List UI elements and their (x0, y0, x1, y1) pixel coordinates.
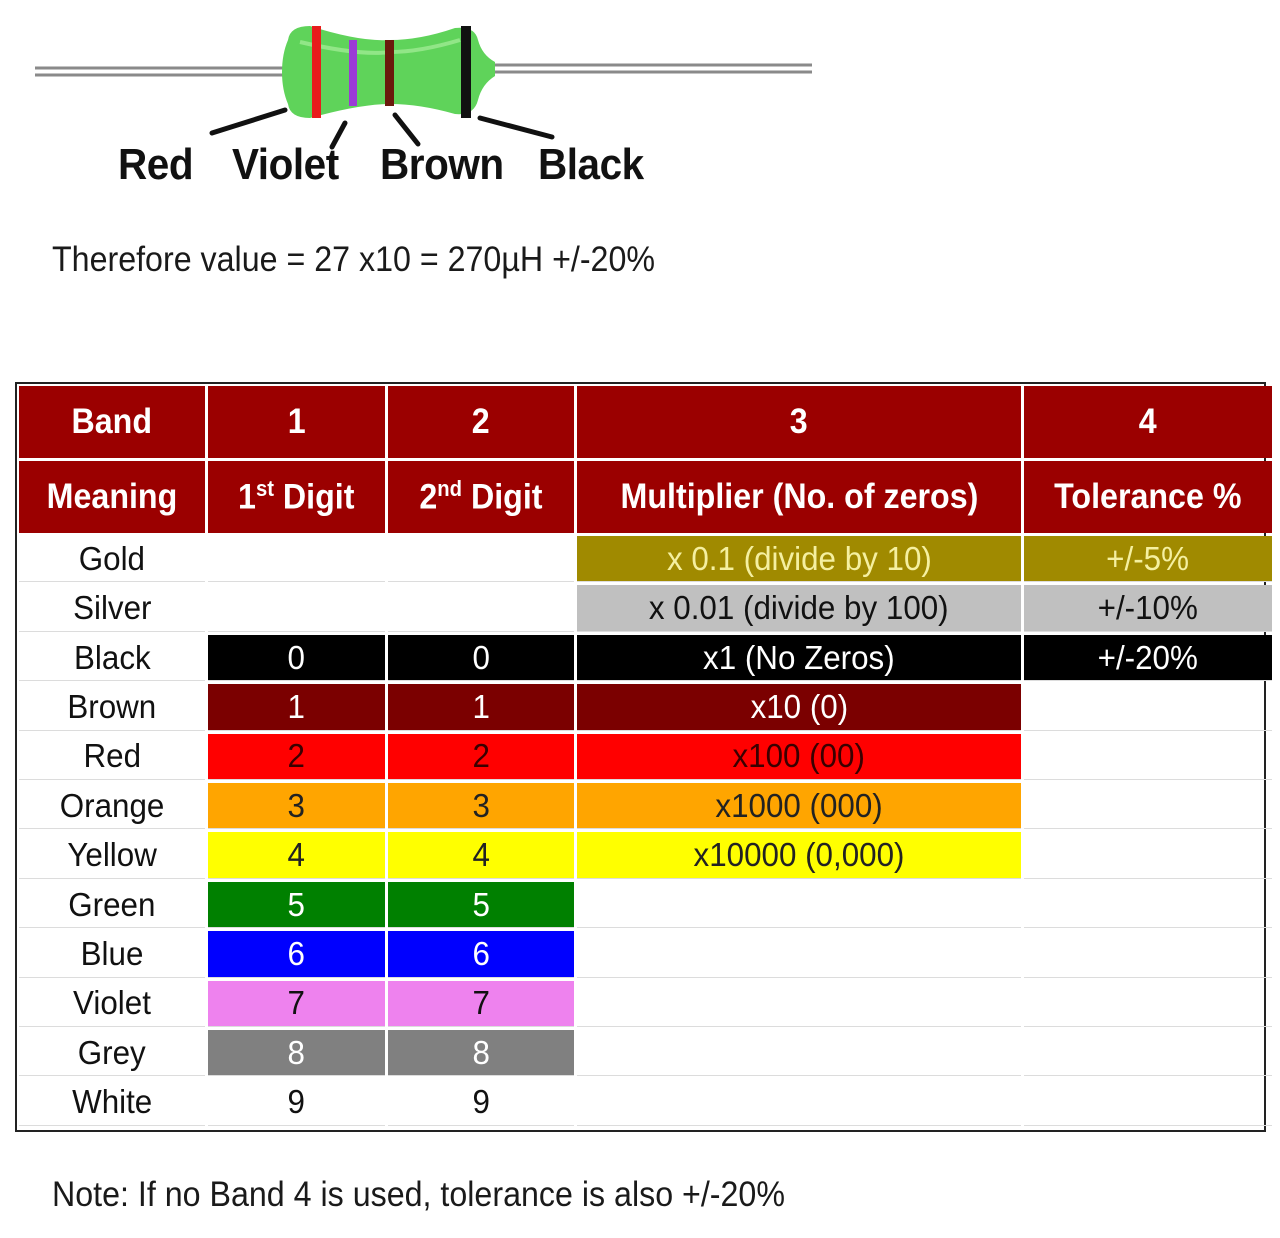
color-name-cell: Black (19, 635, 205, 682)
tolerance-cell (1024, 981, 1272, 1028)
color-name-cell: White (19, 1079, 205, 1126)
second-digit-cell (388, 536, 574, 583)
multiplier-cell (577, 981, 1021, 1028)
multiplier-cell (577, 931, 1021, 978)
band-label-1: Red (118, 140, 194, 189)
header-band-3: 3 (577, 386, 1021, 458)
value-formula: Therefore value = 27 x10 = 270µH +/-20% (52, 240, 656, 279)
tolerance-cell: +/-20% (1024, 634, 1272, 682)
header-meaning: Meaning (19, 461, 205, 533)
header-band-4: 4 (1024, 386, 1272, 458)
header-row-meaning: Meaning 1st Digit 2nd Digit Multiplier (… (19, 461, 1272, 533)
multiplier-cell (577, 1079, 1021, 1126)
header-2nd-digit: 2nd Digit (388, 461, 574, 533)
table-row-gold: Gold x 0.1 (divide by 10) +/-5% (19, 536, 1272, 583)
band-label-2: Violet (232, 140, 339, 189)
table-row-orange: Orange 3 3 x1000 (000) (19, 783, 1272, 830)
header-band-2: 2 (388, 386, 574, 458)
band-stripe-black (461, 26, 471, 118)
tolerance-cell (1024, 783, 1272, 830)
color-name-cell: Yellow (19, 832, 205, 879)
second-digit-cell: 8 (388, 1030, 574, 1077)
color-code-table: Band 1 2 3 4 Meaning 1st Digit 2nd Digit… (15, 382, 1272, 1132)
multiplier-cell (577, 1030, 1021, 1077)
second-digit-cell: 1 (388, 684, 574, 731)
header-band-1: 1 (208, 386, 385, 458)
first-digit-cell: 5 (208, 881, 385, 929)
tolerance-cell (1024, 734, 1272, 781)
multiplier-cell: x 0.1 (divide by 10) (577, 536, 1021, 583)
multiplier-cell: x10 (0) (577, 684, 1021, 731)
band-label-4: Black (538, 140, 644, 189)
color-name-cell: Brown (19, 684, 205, 731)
first-digit-cell: 7 (208, 980, 385, 1028)
color-name-cell: Green (19, 882, 205, 929)
second-digit-cell: 7 (388, 980, 574, 1028)
header-multiplier: Multiplier (No. of zeros) (577, 461, 1021, 533)
color-name-cell: Orange (19, 783, 205, 830)
header-tolerance: Tolerance % (1024, 461, 1272, 533)
band-stripe-brown (385, 40, 394, 106)
multiplier-cell: x100 (00) (577, 733, 1021, 781)
header-1st-digit: 1st Digit (208, 461, 385, 533)
header-row-band: Band 1 2 3 4 (19, 386, 1272, 458)
tolerance-cell: +/-10% (1024, 585, 1272, 632)
first-digit-cell: 2 (208, 733, 385, 781)
tolerance-cell (1024, 684, 1272, 731)
tolerance-cell (1024, 1030, 1272, 1077)
color-name-cell: Red (19, 734, 205, 781)
multiplier-cell: x 0.01 (divide by 100) (577, 585, 1021, 632)
table-row-yellow: Yellow 4 4 x10000 (0,000) (19, 832, 1272, 879)
multiplier-cell: x1000 (000) (577, 783, 1021, 830)
tolerance-cell: +/-5% (1024, 536, 1272, 583)
color-name-cell: Gold (19, 536, 205, 583)
band-stripe-red (312, 26, 321, 118)
table-row-black: Black 0 0 x1 (No Zeros) +/-20% (19, 634, 1272, 682)
tolerance-cell (1024, 931, 1272, 978)
inductor-illustration: Red Violet Brown Black (0, 0, 830, 200)
table-row-white: White 9 9 (19, 1079, 1272, 1126)
table-row-red: Red 2 2 x100 (00) (19, 733, 1272, 781)
first-digit-cell: 1 (208, 684, 385, 731)
multiplier-cell (577, 882, 1021, 929)
first-digit-cell: 4 (208, 832, 385, 879)
second-digit-cell: 2 (388, 733, 574, 781)
multiplier-cell: x1 (No Zeros) (577, 634, 1021, 682)
second-digit-cell: 0 (388, 634, 574, 682)
band-stripe-violet (349, 40, 357, 106)
color-name-cell: Violet (19, 981, 205, 1028)
tolerance-cell (1024, 882, 1272, 929)
second-digit-cell: 9 (388, 1079, 574, 1126)
tolerance-cell (1024, 832, 1272, 879)
first-digit-cell: 0 (208, 634, 385, 682)
table-row-silver: Silver x 0.01 (divide by 100) +/-10% (19, 585, 1272, 632)
first-digit-cell (208, 536, 385, 583)
note-text: Note: If no Band 4 is used, tolerance is… (52, 1175, 785, 1214)
tolerance-cell (1024, 1079, 1272, 1126)
first-digit-cell: 8 (208, 1030, 385, 1077)
table-row-green: Green 5 5 (19, 881, 1272, 929)
first-digit-cell: 3 (208, 783, 385, 830)
second-digit-cell: 3 (388, 783, 574, 830)
color-name-cell: Silver (19, 585, 205, 632)
second-digit-cell (388, 585, 574, 632)
first-digit-cell (208, 585, 385, 632)
multiplier-cell: x10000 (0,000) (577, 832, 1021, 879)
header-band: Band (19, 386, 205, 458)
second-digit-cell: 6 (388, 931, 574, 978)
band-label-3: Brown (380, 140, 504, 189)
table-row-brown: Brown 1 1 x10 (0) (19, 684, 1272, 731)
first-digit-cell: 6 (208, 931, 385, 978)
table-row-grey: Grey 8 8 (19, 1030, 1272, 1077)
color-name-cell: Blue (19, 931, 205, 978)
first-digit-cell: 9 (208, 1079, 385, 1126)
second-digit-cell: 4 (388, 832, 574, 879)
table-row-violet: Violet 7 7 (19, 980, 1272, 1028)
table-row-blue: Blue 6 6 (19, 931, 1272, 978)
color-name-cell: Grey (19, 1030, 205, 1077)
second-digit-cell: 5 (388, 881, 574, 929)
table-body: Gold x 0.1 (divide by 10) +/-5% Silver x 0.0… (19, 536, 1272, 1126)
